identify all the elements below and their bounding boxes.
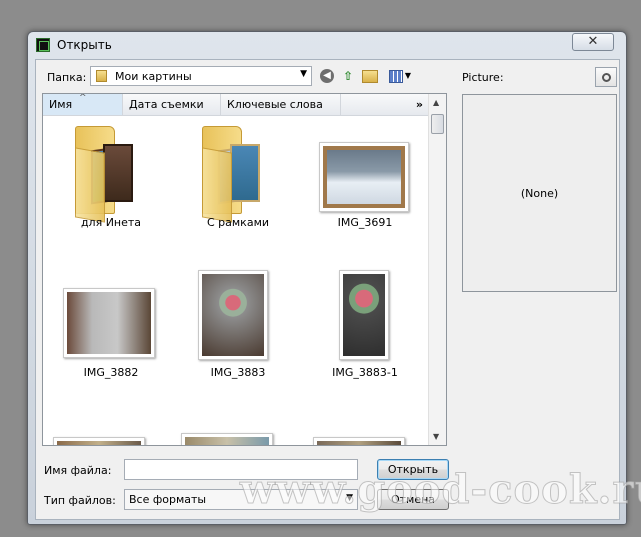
sort-caret-icon: ^: [79, 93, 87, 103]
list-item[interactable]: IMG_3691: [305, 120, 425, 236]
dialog-title: Открыть: [57, 38, 112, 52]
magnifier-icon: [601, 72, 611, 82]
list-item[interactable]: IMG_3883-1: [305, 270, 425, 386]
up-folder-button[interactable]: ⇧: [339, 67, 357, 85]
close-button[interactable]: ✕: [572, 33, 614, 51]
filetype-label: Тип файлов:: [44, 494, 116, 507]
chevron-down-icon: ▼: [404, 71, 412, 80]
up-arrow-icon: ⇧: [342, 69, 354, 83]
list-item[interactable]: IMG_3883: [178, 270, 298, 386]
column-header: Имя ^ Дата съемки Ключевые слова »: [43, 94, 429, 116]
preview-pane: (None): [462, 94, 617, 292]
image-thumbnail[interactable]: [53, 437, 145, 445]
open-dialog: Открыть ✕ Папка: Мои картины ▼ ◀ ⇧ ▼ Pic…: [27, 31, 627, 525]
folder-label: Папка:: [47, 71, 87, 84]
column-name[interactable]: Имя ^: [43, 94, 123, 115]
view-grid-icon: [388, 69, 403, 83]
item-caption: IMG_3883-1: [332, 366, 398, 379]
image-thumbnail: [339, 270, 389, 360]
image-thumbnail: [63, 288, 155, 358]
back-arrow-icon: ◀: [320, 69, 334, 83]
column-name-label: Имя: [49, 98, 73, 111]
scroll-up-icon[interactable]: ▲: [433, 98, 439, 107]
folder-icon: [194, 120, 266, 223]
list-item[interactable]: для Инета: [51, 120, 171, 236]
filename-label: Имя файла:: [44, 464, 112, 477]
filetype-value: Все форматы: [129, 493, 207, 506]
new-folder-button[interactable]: [361, 67, 379, 85]
vertical-scrollbar[interactable]: ▲ ▼: [428, 94, 446, 445]
view-menu-button[interactable]: ▼: [386, 67, 414, 85]
dialog-client: Папка: Мои картины ▼ ◀ ⇧ ▼ Picture: (Non…: [35, 59, 620, 520]
title-bar[interactable]: Открыть ✕: [28, 32, 626, 58]
item-caption: IMG_3691: [337, 216, 393, 229]
preview-empty-text: (None): [520, 186, 559, 200]
image-thumbnail: [198, 270, 268, 360]
scroll-down-icon[interactable]: ▼: [433, 432, 439, 441]
list-item[interactable]: С рамками: [178, 120, 298, 236]
column-date-label: Дата съемки: [129, 98, 204, 111]
item-caption: С рамками: [206, 216, 270, 229]
column-more-button[interactable]: »: [341, 94, 429, 115]
item-caption: IMG_3883: [210, 366, 266, 379]
folder-value: Мои картины: [115, 70, 192, 83]
new-folder-icon: [362, 69, 378, 83]
chevron-down-icon[interactable]: ▼: [300, 69, 307, 79]
item-caption: для Инета: [80, 216, 142, 229]
column-keywords[interactable]: Ключевые слова: [221, 94, 341, 115]
folder-combo[interactable]: Мои картины ▼: [90, 66, 312, 86]
preview-toggle-button[interactable]: [595, 67, 617, 87]
folder-icon: [96, 70, 107, 82]
back-button[interactable]: ◀: [318, 67, 336, 85]
column-date-taken[interactable]: Дата съемки: [123, 94, 221, 115]
file-list[interactable]: Имя ^ Дата съемки Ключевые слова » ▲ ▼ д…: [42, 93, 447, 446]
list-item[interactable]: IMG_3882: [51, 270, 171, 386]
scroll-thumb[interactable]: [431, 114, 444, 134]
image-thumbnail: [319, 142, 409, 212]
column-keywords-label: Ключевые слова: [227, 98, 323, 111]
app-icon: [36, 38, 50, 52]
item-caption: IMG_3882: [83, 366, 139, 379]
folder-icon: [67, 120, 139, 223]
image-thumbnail[interactable]: [313, 437, 405, 445]
picture-label: Picture:: [462, 71, 504, 84]
watermark: www.good-cook.ru: [240, 466, 641, 514]
image-thumbnail[interactable]: [181, 433, 273, 445]
